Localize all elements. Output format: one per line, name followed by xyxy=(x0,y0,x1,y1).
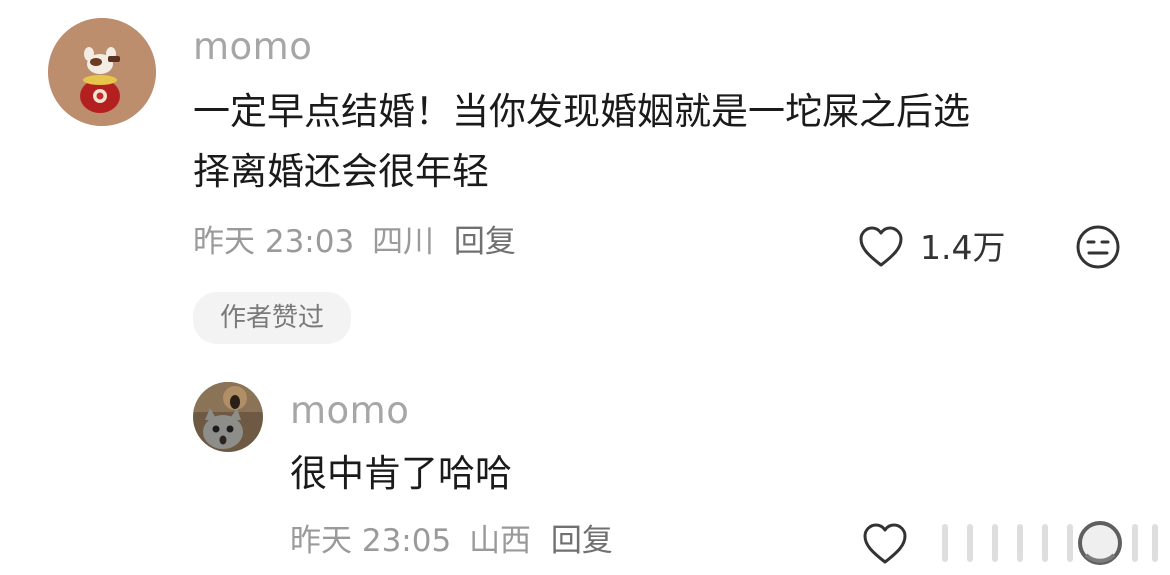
comment-username[interactable]: momo xyxy=(193,28,312,65)
comment-reply-button[interactable]: 回复 xyxy=(454,224,516,260)
comment-avatar[interactable] xyxy=(48,18,156,126)
heart-outline-icon xyxy=(858,225,904,269)
comment-text-line: 择离婚还会很年轻 xyxy=(193,150,489,193)
reply-avatar[interactable] xyxy=(193,382,263,452)
author-liked-badge: 作者赞过 xyxy=(193,292,351,344)
reply-reply-button[interactable]: 回复 xyxy=(551,523,613,559)
comment-location: 四川 xyxy=(372,224,435,260)
comment-text-line: 一定早点结婚！当你发现婚姻就是一坨屎之后选 xyxy=(193,90,970,133)
reply-username[interactable]: momo xyxy=(290,392,409,429)
reply-like-button[interactable] xyxy=(862,522,908,566)
reply-text: 很中肯了哈哈 xyxy=(290,452,512,495)
weibo-watermark xyxy=(930,515,1165,571)
comment-like-button[interactable]: 1.4万 xyxy=(858,224,1005,270)
neutral-face-icon[interactable] xyxy=(1075,224,1121,270)
comment-time: 昨天 23:03 xyxy=(193,224,355,260)
comment-text: 一定早点结婚！当你发现婚姻就是一坨屎之后选 择离婚还会很年轻 xyxy=(193,82,1113,202)
heart-outline-icon xyxy=(862,522,908,566)
comment-meta: 昨天 23:03 四川 回复 xyxy=(193,227,516,258)
reply-time: 昨天 23:05 xyxy=(290,523,452,559)
reply-meta: 昨天 23:05 山西 回复 xyxy=(290,526,613,557)
comment-like-count: 1.4万 xyxy=(920,227,1006,267)
reply-location: 山西 xyxy=(469,523,532,559)
